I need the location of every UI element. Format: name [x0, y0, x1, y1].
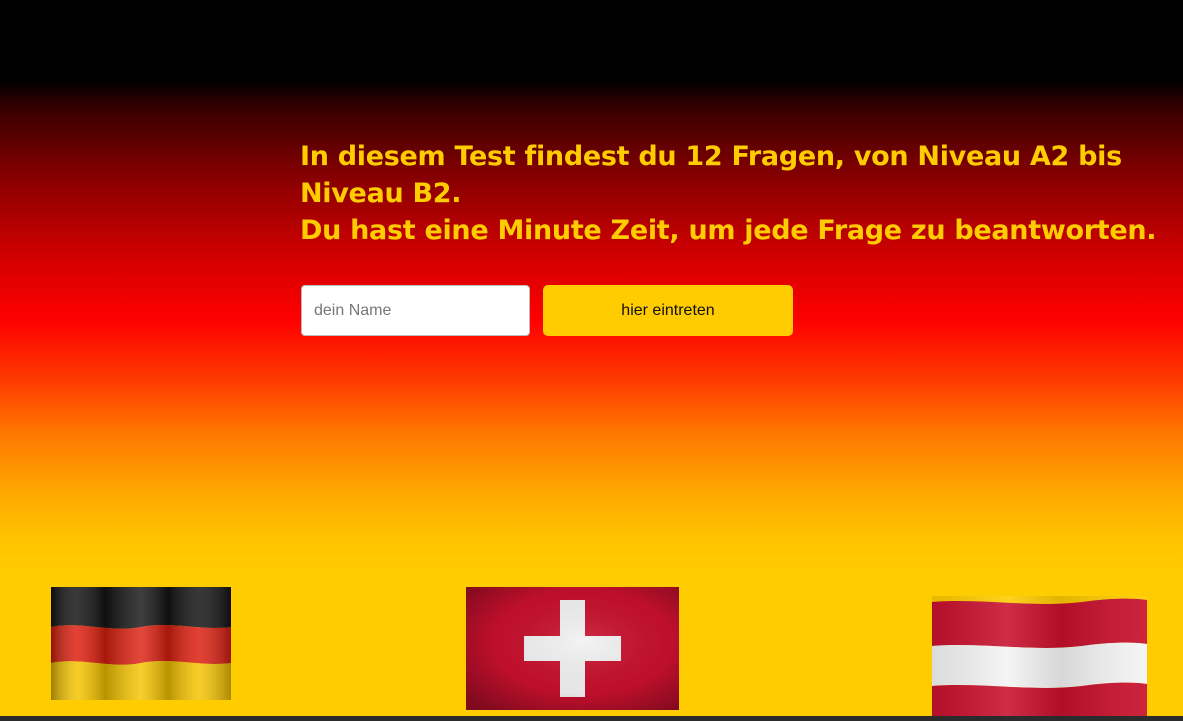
- name-input[interactable]: [301, 285, 530, 336]
- bottom-bar: [0, 716, 1183, 721]
- intro-text: In diesem Test findest du 12 Fragen, von…: [300, 138, 1180, 249]
- intro-line-2: Du hast eine Minute Zeit, um jede Frage …: [300, 215, 1157, 246]
- enter-button[interactable]: hier eintreten: [543, 285, 793, 336]
- switzerland-flag-icon: [466, 587, 679, 710]
- austria-flag-icon: [932, 596, 1147, 721]
- intro-line-1: In diesem Test findest du 12 Fragen, von…: [300, 141, 1122, 209]
- germany-flag-icon: [51, 587, 231, 700]
